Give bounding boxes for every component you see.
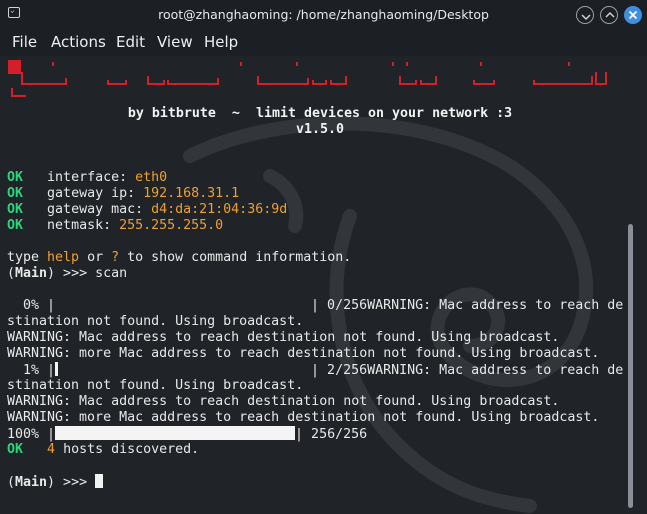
hosts-discovered: OK 4 hosts discovered. [7, 442, 200, 457]
close-button[interactable] [624, 6, 642, 24]
window-title: root@zhanghaoming: /home/zhanghaoming/De… [158, 7, 489, 22]
interface-value: eth0 [135, 170, 168, 185]
minimize-icon [581, 14, 591, 21]
maximize-icon [605, 11, 615, 18]
progress-bar-fill [55, 362, 59, 376]
progress-line-100: 100% | | 256/256 [7, 426, 368, 442]
output-line: stination not found. Using broadcast. [7, 314, 304, 329]
help-command: help [47, 250, 80, 265]
entered-command: scan [95, 266, 128, 281]
ok-label: OK [7, 202, 24, 217]
gateway-mac-value: d4:da:21:04:36:9d [151, 202, 288, 217]
terminal-window: root@zhanghaoming: /home/zhanghaoming/De… [0, 0, 647, 514]
terminal-output[interactable]: by bitbrute ~ limit devices on your netw… [0, 56, 647, 514]
banner-version: v1.5.0 [295, 122, 345, 137]
text-cursor [95, 474, 104, 488]
help-hint: type help or ? to show command informati… [7, 250, 352, 265]
menu-edit[interactable]: Edit [114, 33, 147, 51]
title-bar[interactable]: root@zhanghaoming: /home/zhanghaoming/De… [0, 0, 647, 30]
status-netmask: OK netmask: 255.255.255.0 [7, 218, 223, 234]
ok-label: OK [7, 170, 24, 185]
progress-line-1: 1% | | 2/256WARNING: Mac address to reach… [7, 362, 624, 378]
ascii-banner [8, 60, 607, 97]
gateway-ip-value: 192.168.31.1 [143, 186, 240, 201]
netmask-value: 255.255.255.0 [119, 218, 224, 233]
banner-credit: by bitbrute ~ limit devices on your netw… [127, 106, 513, 121]
progress-bar-fill [55, 426, 296, 440]
warning-line: WARNING: Mac address to reach destinatio… [7, 330, 560, 345]
ok-label: OK [7, 218, 24, 233]
menu-actions[interactable]: Actions [49, 33, 108, 51]
question-command: ? [111, 250, 120, 265]
menu-bar: File Actions Edit View Help [0, 30, 647, 56]
status-interface: OK interface: eth0 [7, 170, 167, 186]
maximize-button[interactable] [600, 6, 618, 24]
ok-label: OK [7, 186, 24, 201]
gateway-mac-label: gateway mac: [47, 202, 152, 217]
prompt-main: Main [15, 266, 48, 281]
progress-line-0: 0% | | 0/256WARNING: Mac address to reach… [7, 298, 624, 313]
prompt-main: Main [15, 475, 48, 490]
scrollbar-thumb[interactable] [628, 224, 633, 508]
minimize-button[interactable] [576, 6, 594, 24]
menu-file[interactable]: File [10, 33, 39, 51]
netmask-label: netmask: [47, 218, 120, 233]
status-gateway-ip: OK gateway ip: 192.168.31.1 [7, 186, 239, 202]
menu-help[interactable]: Help [202, 33, 240, 51]
prompt-current[interactable]: (Main) >>> [7, 474, 104, 491]
warning-line: WARNING: Mac address to reach destinatio… [7, 394, 560, 409]
ok-label: OK [7, 442, 24, 457]
menu-view[interactable]: View [155, 33, 195, 51]
prompt-scan: (Main) >>> scan [7, 266, 128, 281]
interface-label: interface: [47, 170, 136, 185]
warning-line: WARNING: more Mac address to reach desti… [7, 410, 600, 425]
warning-line: WARNING: more Mac address to reach desti… [7, 346, 600, 361]
close-icon [628, 10, 638, 20]
status-gateway-mac: OK gateway mac: d4:da:21:04:36:9d [7, 202, 287, 218]
hosts-count: 4 [47, 442, 56, 457]
output-line: stination not found. Using broadcast. [7, 378, 304, 393]
gateway-ip-label: gateway ip: [47, 186, 144, 201]
